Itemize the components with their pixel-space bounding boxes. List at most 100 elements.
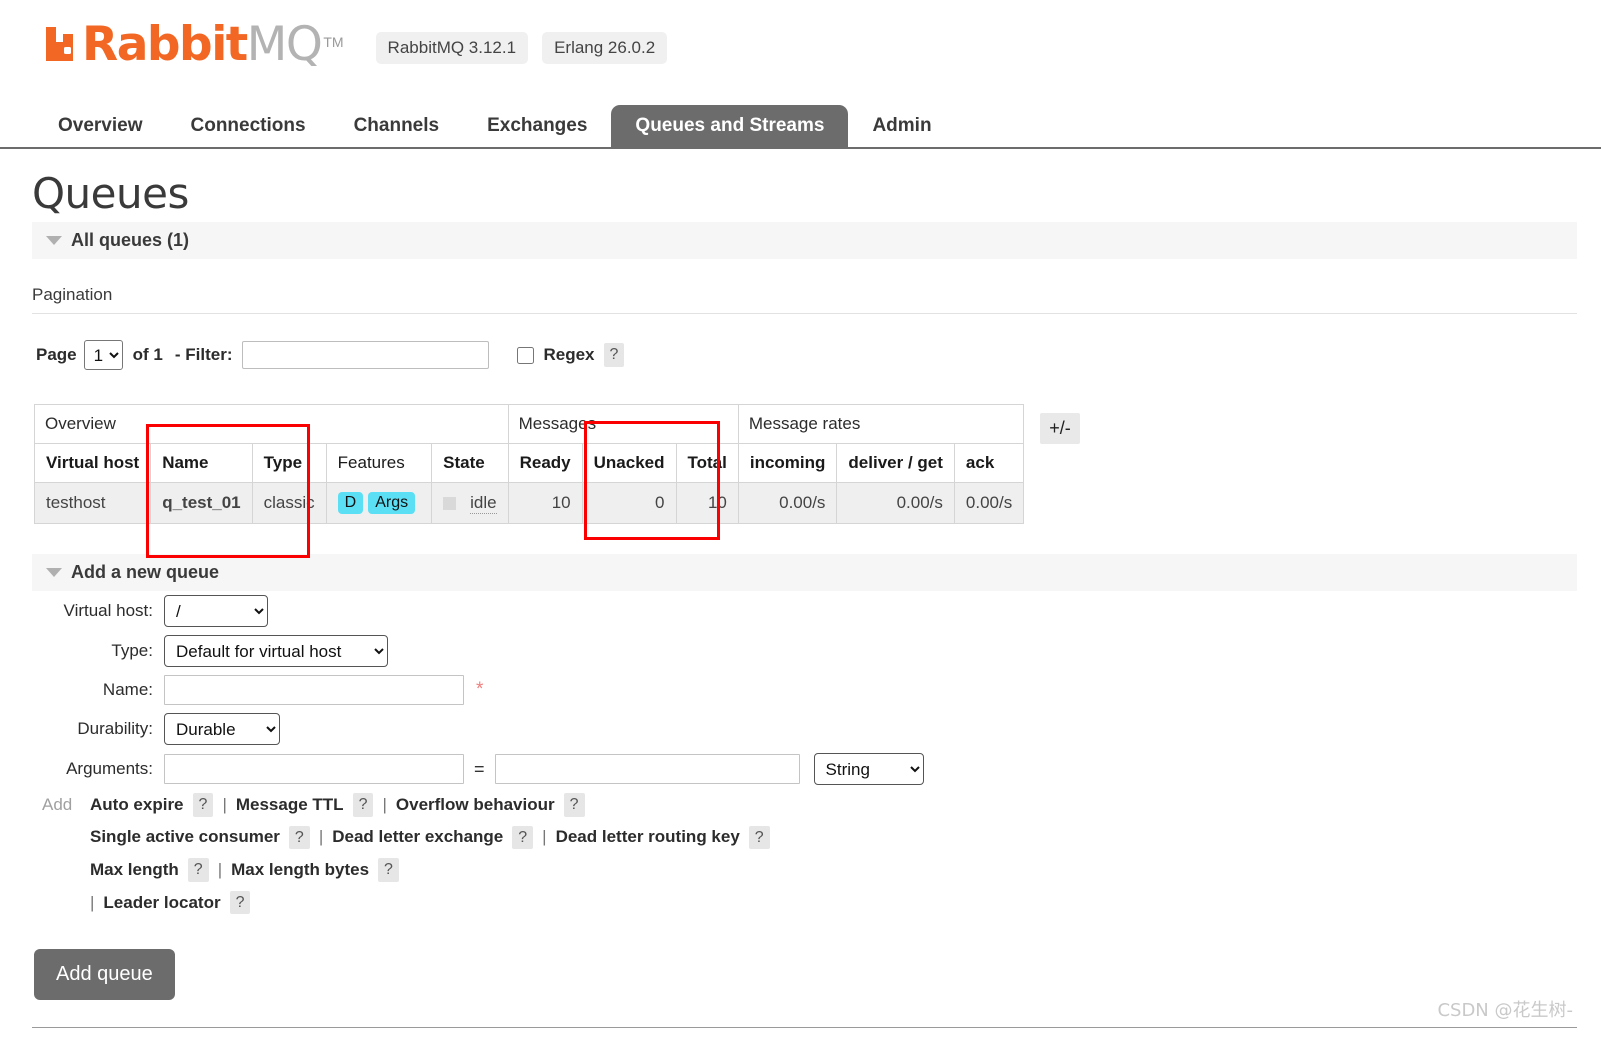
cell-deliver-get: 0.00/s [836,482,955,524]
preset-overflow-behaviour[interactable]: Overflow behaviour [396,795,555,815]
max-length-bytes-help-icon[interactable]: ? [378,858,399,882]
cell-features: D Args [325,482,433,524]
toggle-columns-button[interactable]: +/- [1040,413,1080,444]
virtual-host-select[interactable]: / [164,595,268,627]
group-overview-label: Overview [34,404,509,444]
rabbit-logo-icon [44,25,78,63]
form-row-durability: Durability: Durable [34,713,1601,745]
tab-exchanges[interactable]: Exchanges [463,105,611,147]
preset-separator: | [382,794,387,814]
argument-key-input[interactable] [164,754,464,784]
preset-auto-expire[interactable]: Auto expire [90,795,184,815]
column-header-name[interactable]: Name [150,443,253,483]
cell-queue-name[interactable]: q_test_01 [150,482,253,524]
regex-help-icon[interactable]: ? [603,343,625,367]
column-header-ready[interactable]: Ready [507,443,583,483]
preset-separator: | [217,859,223,879]
cell-incoming: 0.00/s [737,482,838,524]
queue-name-input[interactable] [164,675,464,705]
table-group-header-row: Overview Messages Message rates [34,404,1025,444]
pagination-heading: Pagination [32,285,113,304]
column-header-unacked[interactable]: Unacked [581,443,677,483]
pagination-controls: Page 1 of 1 - Filter: Regex ? [0,314,1601,370]
add-queue-section-header[interactable]: Add a new queue [32,554,1577,591]
tab-channels[interactable]: Channels [330,105,464,147]
footer-divider [32,1027,1577,1028]
page-total-label: of 1 [132,345,163,364]
add-argument-link[interactable]: Add [34,795,90,815]
regex-checkbox[interactable] [517,346,535,364]
column-header-state[interactable]: State [431,443,509,483]
feature-chip-args[interactable]: Args [368,492,416,514]
preset-separator: | [318,827,324,847]
tab-admin[interactable]: Admin [848,105,955,147]
cell-type: classic [251,482,327,524]
max-length-help-icon[interactable]: ? [187,858,209,882]
caret-down-icon [46,236,62,245]
page-select[interactable]: 1 [83,340,123,370]
all-queues-section-header[interactable]: All queues (1) [32,222,1577,259]
form-row-name: Name: * [34,675,1601,705]
single-active-consumer-help-icon[interactable]: ? [288,825,310,850]
page-header: Rabbit MQ TM RabbitMQ 3.12.1 Erlang 26.0.2 [0,0,1601,92]
column-header-virtual-host[interactable]: Virtual host [33,443,152,483]
feature-chip-durable[interactable]: D [337,492,364,514]
column-header-incoming[interactable]: incoming [737,443,838,483]
column-header-ack[interactable]: ack [953,443,1025,483]
preset-dead-letter-exchange[interactable]: Dead letter exchange [332,827,503,847]
required-asterisk: * [476,679,484,700]
page-label: Page [36,345,77,364]
filter-input[interactable] [242,341,490,369]
cell-virtual-host: testhost [33,482,152,524]
queue-type-select[interactable]: Default for virtual host [164,635,388,667]
argument-presets: Add Auto expire ? | Message TTL ? | Over… [34,793,1601,915]
state-indicator-icon [443,496,457,510]
column-header-total[interactable]: Total [675,443,739,483]
cell-total: 10 [675,482,739,524]
arguments-label: Arguments: [66,759,153,778]
column-header-deliver-get[interactable]: deliver / get [836,443,955,483]
table-row[interactable]: testhost q_test_01 classic D Args idle 10… [33,482,1025,524]
preset-max-length-bytes[interactable]: Max length bytes [231,860,369,880]
main-navigation-tabs: Overview Connections Channels Exchanges … [0,104,1601,149]
add-queue-button[interactable]: Add queue [34,949,175,1001]
preset-separator: | [222,794,227,814]
preset-max-length[interactable]: Max length [90,860,179,880]
tab-connections[interactable]: Connections [167,105,330,147]
group-messages-label: Messages [507,404,739,444]
preset-dead-letter-routing-key[interactable]: Dead letter routing key [556,827,740,847]
preset-single-active-consumer[interactable]: Single active consumer [90,827,280,847]
durability-label: Durability: [77,719,153,738]
queues-table: Overview Messages Message rates Virtual … [33,404,1025,524]
preset-message-ttl[interactable]: Message TTL [236,795,344,815]
cell-ack: 0.00/s [953,482,1025,524]
queues-table-container: Overview Messages Message rates Virtual … [33,404,1601,524]
add-queue-section-label: Add a new queue [71,562,220,582]
logo-trademark: TM [323,34,344,50]
argument-value-input[interactable] [494,754,800,784]
leader-locator-help-icon[interactable]: ? [229,890,251,915]
dead-letter-routing-key-help-icon[interactable]: ? [748,825,770,850]
preset-row-4: | Leader locator ? [34,890,1601,915]
preset-row-1: Add Auto expire ? | Message TTL ? | Over… [34,793,1601,817]
overflow-behaviour-help-icon[interactable]: ? [563,793,585,817]
tab-overview[interactable]: Overview [34,105,167,147]
preset-separator: | [542,827,547,847]
watermark-text: CSDN @花生树- [1437,1000,1573,1021]
rabbitmq-logo[interactable]: Rabbit MQ TM [44,18,344,70]
cell-state: idle [431,482,509,524]
auto-expire-help-icon[interactable]: ? [192,793,214,817]
erlang-version-badge: Erlang 26.0.2 [542,32,668,64]
logo-text-rabbit: Rabbit [82,16,248,72]
preset-leader-locator[interactable]: Leader locator [103,893,220,913]
argument-type-select[interactable]: String [813,753,924,785]
column-header-type[interactable]: Type [251,443,327,483]
message-ttl-help-icon[interactable]: ? [352,793,374,817]
group-message-rates-label: Message rates [737,404,1025,444]
all-queues-label: All queues (1) [71,230,190,250]
dead-letter-exchange-help-icon[interactable]: ? [512,825,534,850]
rabbitmq-version-badge: RabbitMQ 3.12.1 [375,32,529,64]
form-row-type: Type: Default for virtual host [34,635,1601,667]
tab-queues-and-streams[interactable]: Queues and Streams [611,105,849,147]
durability-select[interactable]: Durable [164,713,280,745]
